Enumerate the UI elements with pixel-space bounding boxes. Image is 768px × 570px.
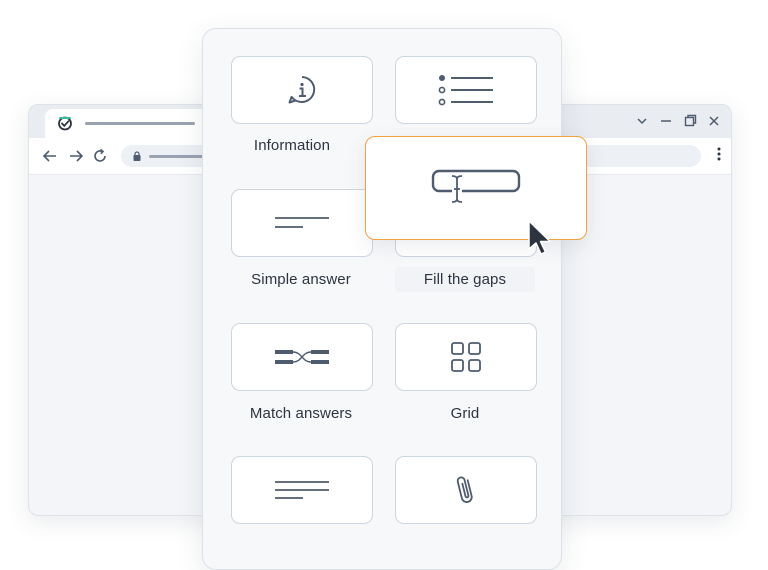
- grid-icon: [451, 342, 481, 372]
- close-icon[interactable]: [707, 111, 721, 131]
- short-lines-icon: [275, 217, 329, 228]
- kebab-menu-icon[interactable]: [717, 147, 721, 161]
- card-label-information: Information: [253, 137, 331, 154]
- card-paragraph[interactable]: [231, 456, 373, 524]
- card-simple-answer[interactable]: [231, 189, 373, 257]
- card-grid[interactable]: [395, 323, 537, 391]
- check-badge-icon: [58, 116, 72, 131]
- info-bubble-icon: [288, 76, 316, 104]
- paragraph-lines-icon: [275, 481, 329, 499]
- card-label-match-answers: Match answers: [249, 405, 353, 422]
- paperclip-icon: [456, 476, 473, 503]
- card-information[interactable]: [231, 56, 373, 124]
- match-connector-icon: [275, 350, 329, 364]
- lock-icon: [133, 151, 141, 161]
- card-bullet-list[interactable]: [395, 56, 537, 124]
- url-placeholder: [149, 155, 209, 158]
- card-label-simple-answer: Simple answer: [251, 271, 351, 288]
- card-attachment[interactable]: [395, 456, 537, 524]
- card-match-answers[interactable]: [231, 323, 373, 391]
- mouse-pointer-icon: [528, 220, 551, 255]
- minimize-icon[interactable]: [659, 111, 673, 131]
- card-label-grid: Grid: [450, 405, 480, 422]
- bullet-list-icon: [438, 75, 493, 106]
- tab-title-placeholder: [85, 122, 195, 125]
- back-arrow-icon[interactable]: [41, 147, 59, 165]
- reload-icon[interactable]: [91, 147, 109, 165]
- browser-tab[interactable]: [45, 109, 215, 138]
- text-field-cursor-icon: [431, 169, 521, 203]
- forward-arrow-icon[interactable]: [67, 147, 85, 165]
- card-label-fill-the-gaps: Fill the gaps: [395, 267, 535, 292]
- chevron-down-icon[interactable]: [635, 111, 649, 131]
- restore-icon[interactable]: [683, 111, 697, 131]
- window-controls: [635, 111, 721, 131]
